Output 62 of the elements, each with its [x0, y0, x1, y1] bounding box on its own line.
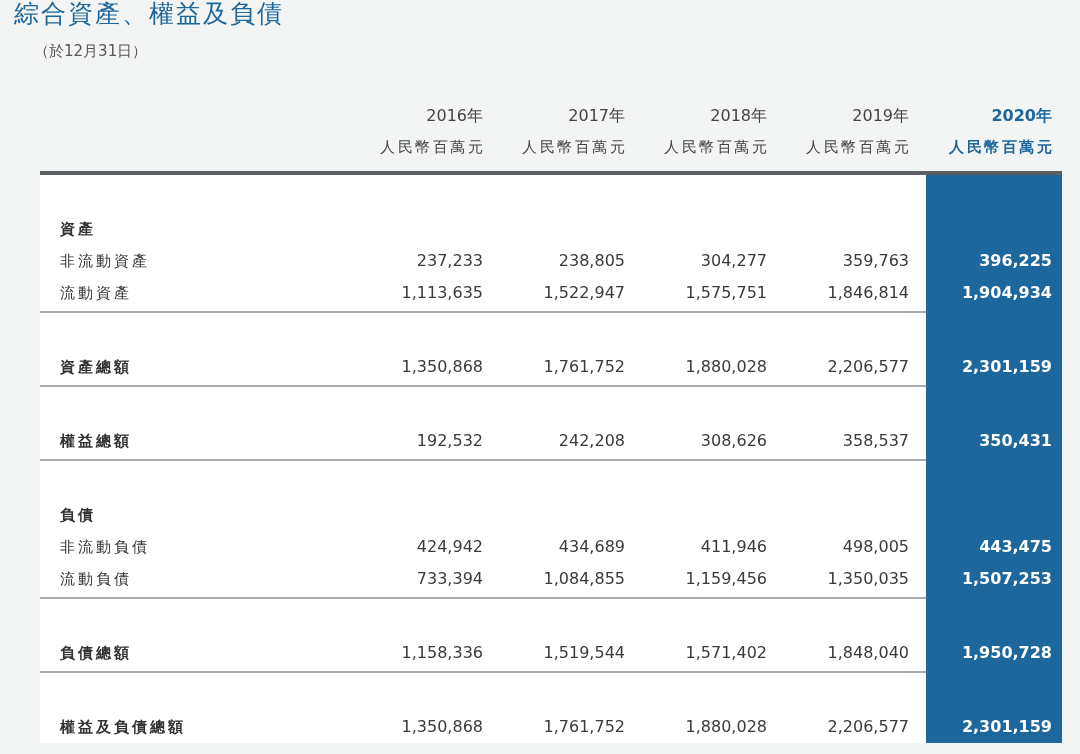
unit-heading: 人民幣百萬元 — [380, 137, 485, 158]
unit-heading: 人民幣百萬元 — [806, 137, 911, 158]
year-heading: 2019年 — [852, 105, 909, 127]
year-heading: 2017年 — [568, 105, 625, 127]
highlighted-value: 1,904,934 — [926, 277, 1062, 309]
unit-heading: 人民幣百萬元 — [949, 137, 1054, 158]
value-cell-text: 1,519,544 — [542, 642, 625, 664]
row-label: 資產總額 — [59, 357, 133, 378]
value-cell-text: 1,350,868 — [400, 716, 483, 738]
row-label: 權益及負債總額 — [58, 717, 187, 738]
section-heading: 負債 — [59, 505, 97, 526]
value-cell-text: 2,206,577 — [826, 716, 909, 738]
value-cell-text: 1,848,040 — [826, 642, 909, 664]
highlighted-value: 2,301,159 — [926, 351, 1062, 383]
value-cell-text: 1,761,752 — [542, 356, 625, 378]
value-cell-text: 1,571,402 — [684, 642, 767, 664]
value-cell-text: 1,761,752 — [542, 716, 625, 738]
report-title: 綜合資產、權益及負債 — [14, 0, 285, 30]
row-label: 流動負債 — [59, 569, 133, 590]
value-cell-text: 1,350,035 — [826, 568, 909, 590]
value-cell-text: 424,942 — [415, 536, 483, 558]
value-cell-text: 1,159,456 — [684, 568, 767, 590]
value-cell-text: 1,084,855 — [542, 568, 625, 590]
highlighted-value: 1,507,253 — [926, 563, 1062, 595]
highlighted-value: 1,950,728 — [926, 637, 1062, 669]
unit-heading: 人民幣百萬元 — [522, 137, 627, 158]
row-label: 非流動負債 — [59, 537, 151, 558]
row-label: 流動資產 — [59, 283, 133, 304]
value-cell-text: 359,763 — [841, 250, 909, 272]
value-cell-text: 238,805 — [557, 250, 625, 272]
value-cell-text: 2,206,577 — [826, 356, 909, 378]
value-cell-text: 733,394 — [415, 568, 483, 590]
year-heading: 2018年 — [710, 105, 767, 127]
value-cell-text: 1,113,635 — [400, 282, 483, 304]
highlighted-value: 2,301,159 — [926, 711, 1062, 743]
value-cell-text: 237,233 — [415, 250, 483, 272]
value-cell-text: 411,946 — [699, 536, 767, 558]
row-label: 權益總額 — [58, 431, 133, 452]
value-cell-text: 304,277 — [699, 250, 767, 272]
section-heading: 資產 — [59, 219, 97, 240]
value-cell-text: 1,522,947 — [542, 282, 625, 304]
highlighted-value: 396,225 — [926, 245, 1062, 277]
value-cell-text: 498,005 — [841, 536, 909, 558]
value-cell-text: 242,208 — [557, 430, 625, 452]
value-cell-text: 192,532 — [415, 430, 483, 452]
value-cell-text: 1,880,028 — [684, 356, 767, 378]
value-cell-text: 358,537 — [841, 430, 909, 452]
value-cell-text: 1,350,868 — [400, 356, 483, 378]
value-cell-text: 1,880,028 — [684, 716, 767, 738]
row-label: 負債總額 — [59, 643, 133, 664]
value-cell-text: 1,158,336 — [400, 642, 483, 664]
unit-heading: 人民幣百萬元 — [664, 137, 769, 158]
date-note: （於12月31日） — [34, 41, 149, 62]
value-cell-text: 1,575,751 — [684, 282, 767, 304]
highlighted-value: 350,431 — [926, 425, 1062, 457]
highlighted-value: 443,475 — [926, 531, 1062, 563]
value-cell-text: 1,846,814 — [826, 282, 909, 304]
year-heading: 2020年 — [991, 105, 1052, 127]
value-cell-text: 434,689 — [557, 536, 625, 558]
row-label: 非流動資產 — [59, 251, 151, 272]
value-cell-text: 308,626 — [699, 430, 767, 452]
year-heading: 2016年 — [426, 105, 483, 127]
